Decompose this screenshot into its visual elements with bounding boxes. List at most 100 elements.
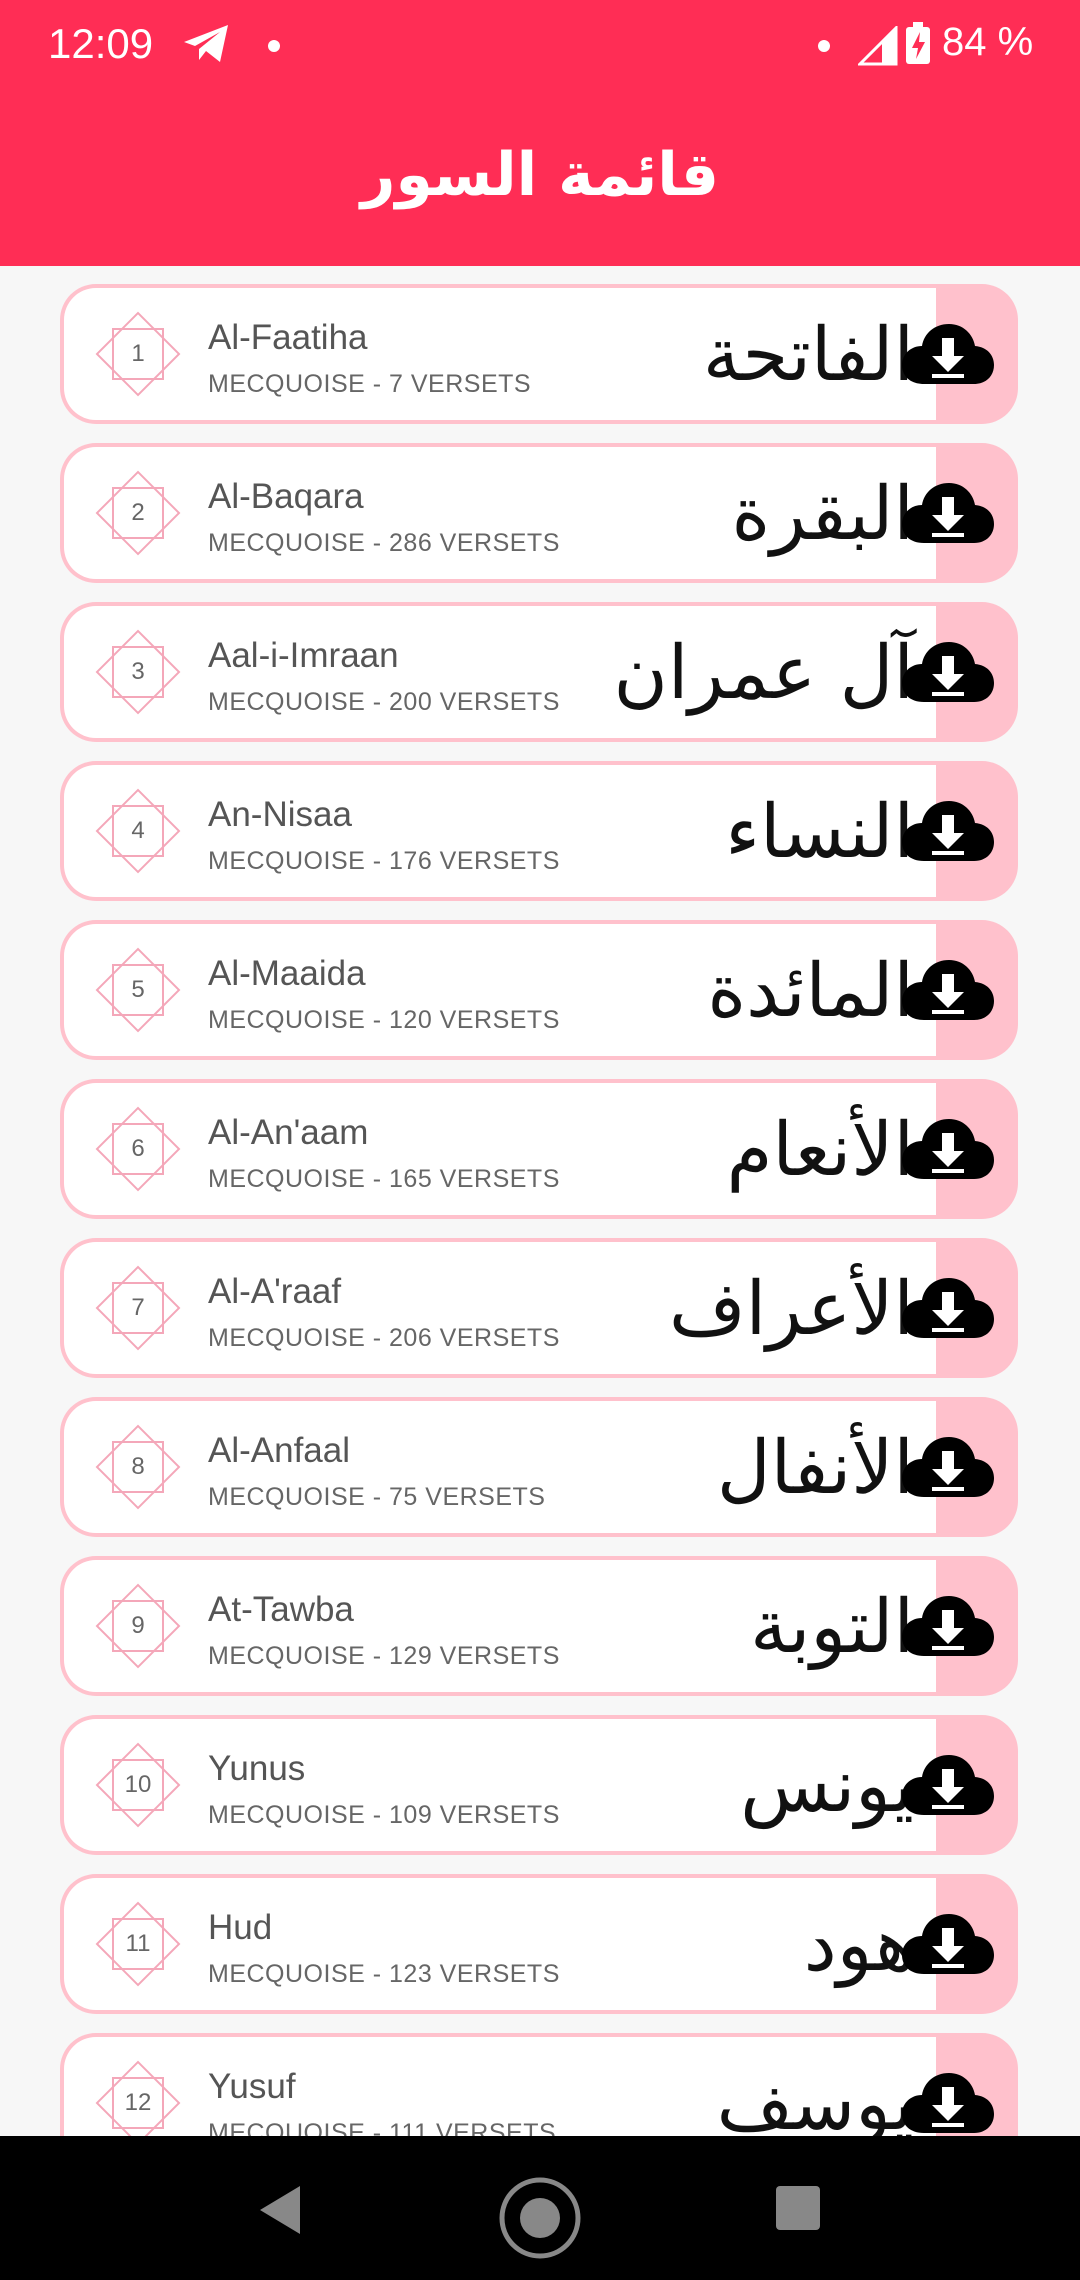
surah-list-item[interactable]: 12 Yusuf MECQUOISE - 111 VERSETS يوسف	[60, 2033, 1018, 2136]
surah-subtitle: MECQUOISE - 286 VERSETS	[208, 529, 560, 557]
home-icon[interactable]	[498, 2176, 582, 2260]
surah-arabic-name: يوسف	[716, 2061, 914, 2136]
surah-arabic-name: النساء	[725, 789, 914, 875]
surah-number-badge: 2	[94, 469, 182, 557]
surah-number-badge: 1	[94, 310, 182, 398]
surah-card-body[interactable]: 3 Aal-i-Imraan MECQUOISE - 200 VERSETS آ…	[64, 606, 936, 738]
surah-number-badge: 6	[94, 1105, 182, 1193]
recent-apps-icon[interactable]	[776, 2186, 820, 2230]
surah-name: An-Nisaa	[208, 795, 352, 834]
surah-card-body[interactable]: 12 Yusuf MECQUOISE - 111 VERSETS يوسف	[64, 2037, 936, 2136]
surah-name: Hud	[208, 1908, 273, 1947]
cloud-download-icon	[902, 960, 994, 1020]
surah-list-item[interactable]: 4 An-Nisaa MECQUOISE - 176 VERSETS النسا…	[60, 761, 1018, 901]
surah-number: 11	[125, 1930, 151, 1957]
surah-number: 3	[131, 658, 145, 685]
cloud-download-icon	[902, 1437, 994, 1497]
download-button[interactable]	[888, 612, 1008, 732]
surah-list-item[interactable]: 1 Al-Faatiha MECQUOISE - 7 VERSETS الفات…	[60, 284, 1018, 424]
surah-list-item[interactable]: 6 Al-An'aam MECQUOISE - 165 VERSETS الأن…	[60, 1079, 1018, 1219]
surah-name: Al-Faatiha	[208, 318, 368, 357]
surah-name: Al-Anfaal	[208, 1431, 351, 1470]
download-button[interactable]	[888, 1407, 1008, 1527]
surah-subtitle: MECQUOISE - 75 VERSETS	[208, 1483, 546, 1511]
surah-list-item[interactable]: 11 Hud MECQUOISE - 123 VERSETS هود	[60, 1874, 1018, 2014]
surah-arabic-name: الأنعام	[726, 1107, 914, 1193]
battery-charging-icon	[906, 22, 930, 64]
cloud-download-icon	[902, 1278, 994, 1338]
surah-list-item[interactable]: 5 Al-Maaida MECQUOISE - 120 VERSETS الما…	[60, 920, 1018, 1060]
surah-list[interactable]: 1 Al-Faatiha MECQUOISE - 7 VERSETS الفات…	[0, 266, 1080, 2136]
surah-name: Yusuf	[208, 2067, 296, 2106]
surah-number-badge: 12	[94, 2059, 182, 2136]
status-dot-icon	[818, 40, 830, 52]
cloud-download-icon	[902, 801, 994, 861]
surah-name: Al-Maaida	[208, 954, 366, 993]
surah-arabic-name: الأنفال	[716, 1425, 914, 1511]
surah-subtitle: MECQUOISE - 200 VERSETS	[208, 688, 560, 716]
surah-subtitle: MECQUOISE - 176 VERSETS	[208, 847, 560, 875]
download-button[interactable]	[888, 1566, 1008, 1686]
surah-number: 4	[131, 817, 145, 844]
surah-subtitle: MECQUOISE - 165 VERSETS	[208, 1165, 560, 1193]
surah-card-body[interactable]: 10 Yunus MECQUOISE - 109 VERSETS يونس	[64, 1719, 936, 1851]
cloud-download-icon	[902, 1914, 994, 1974]
surah-list-item[interactable]: 2 Al-Baqara MECQUOISE - 286 VERSETS البق…	[60, 443, 1018, 583]
back-icon[interactable]	[256, 2184, 304, 2236]
download-button[interactable]	[888, 1884, 1008, 2004]
surah-card-body[interactable]: 7 Al-A'raaf MECQUOISE - 206 VERSETS الأع…	[64, 1242, 936, 1374]
surah-number: 5	[131, 976, 145, 1003]
surah-subtitle: MECQUOISE - 7 VERSETS	[208, 370, 532, 398]
download-button[interactable]	[888, 453, 1008, 573]
notification-dot-icon	[268, 40, 280, 52]
battery-percent: 84 %	[942, 20, 1034, 64]
surah-number-badge: 5	[94, 946, 182, 1034]
download-button[interactable]	[888, 1248, 1008, 1368]
surah-number: 9	[131, 1612, 145, 1639]
surah-list-item[interactable]: 8 Al-Anfaal MECQUOISE - 75 VERSETS الأنف…	[60, 1397, 1018, 1537]
cloud-download-icon	[902, 2073, 994, 2133]
status-bar: 12:09 84 %	[0, 0, 1080, 92]
download-button[interactable]	[888, 1725, 1008, 1845]
surah-number: 6	[131, 1135, 145, 1162]
surah-card-body[interactable]: 6 Al-An'aam MECQUOISE - 165 VERSETS الأن…	[64, 1083, 936, 1215]
surah-list-item[interactable]: 10 Yunus MECQUOISE - 109 VERSETS يونس	[60, 1715, 1018, 1855]
surah-name: Yunus	[208, 1749, 306, 1788]
surah-name: Aal-i-Imraan	[208, 636, 399, 675]
page-title: قائمة السور	[360, 140, 720, 210]
download-button[interactable]	[888, 1089, 1008, 1209]
download-button[interactable]	[888, 2043, 1008, 2136]
surah-card-body[interactable]: 5 Al-Maaida MECQUOISE - 120 VERSETS الما…	[64, 924, 936, 1056]
surah-card-body[interactable]: 11 Hud MECQUOISE - 123 VERSETS هود	[64, 1878, 936, 2010]
surah-number-badge: 3	[94, 628, 182, 716]
surah-number-badge: 7	[94, 1264, 182, 1352]
cloud-download-icon	[902, 324, 994, 384]
download-button[interactable]	[888, 294, 1008, 414]
surah-list-item[interactable]: 3 Aal-i-Imraan MECQUOISE - 200 VERSETS آ…	[60, 602, 1018, 742]
surah-number: 7	[131, 1294, 145, 1321]
download-button[interactable]	[888, 930, 1008, 1050]
surah-list-item[interactable]: 7 Al-A'raaf MECQUOISE - 206 VERSETS الأع…	[60, 1238, 1018, 1378]
surah-card-body[interactable]: 2 Al-Baqara MECQUOISE - 286 VERSETS البق…	[64, 447, 936, 579]
surah-card-body[interactable]: 1 Al-Faatiha MECQUOISE - 7 VERSETS الفات…	[64, 288, 936, 420]
cloud-download-icon	[902, 1755, 994, 1815]
surah-arabic-name: البقرة	[731, 471, 914, 557]
surah-name: Al-An'aam	[208, 1113, 369, 1152]
cloud-download-icon	[902, 483, 994, 543]
surah-number: 1	[131, 340, 145, 367]
surah-card-body[interactable]: 8 Al-Anfaal MECQUOISE - 75 VERSETS الأنف…	[64, 1401, 936, 1533]
surah-number: 8	[131, 1453, 145, 1480]
surah-list-item[interactable]: 9 At-Tawba MECQUOISE - 129 VERSETS التوب…	[60, 1556, 1018, 1696]
surah-card-body[interactable]: 9 At-Tawba MECQUOISE - 129 VERSETS التوب…	[64, 1560, 936, 1692]
surah-card-body[interactable]: 4 An-Nisaa MECQUOISE - 176 VERSETS النسا…	[64, 765, 936, 897]
surah-number-badge: 9	[94, 1582, 182, 1670]
surah-arabic-name: المائدة	[707, 948, 914, 1034]
download-button[interactable]	[888, 771, 1008, 891]
surah-arabic-name: آل عمران	[613, 630, 914, 716]
surah-number-badge: 10	[94, 1741, 182, 1829]
signal-icon	[858, 26, 898, 66]
surah-name: Al-Baqara	[208, 477, 364, 516]
status-time: 12:09	[48, 20, 154, 67]
surah-arabic-name: الفاتحة	[702, 312, 914, 398]
surah-subtitle: MECQUOISE - 129 VERSETS	[208, 1642, 560, 1670]
